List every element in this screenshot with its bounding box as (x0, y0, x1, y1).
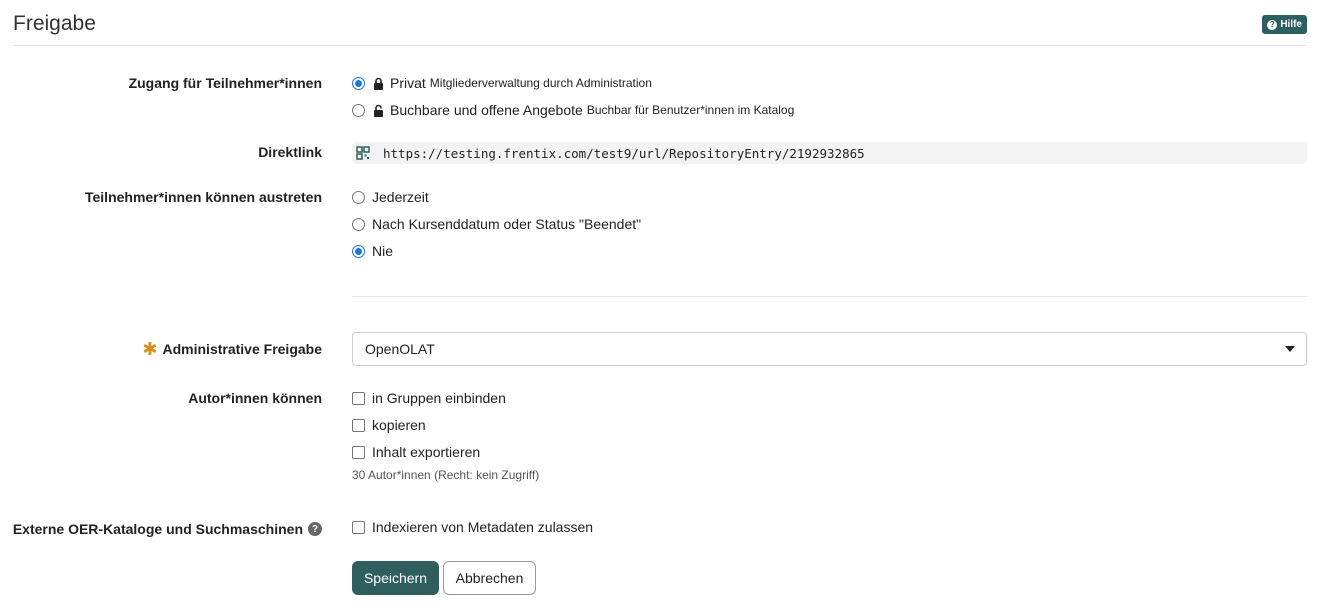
authors-option-copy[interactable]: kopieren (352, 417, 426, 433)
save-button[interactable]: Speichern (352, 561, 439, 595)
access-option-bookable-hint: Buchbar für Benutzer*innen im Katalog (586, 103, 795, 117)
admin-release-label: ✱ Administrative Freigabe (142, 339, 322, 359)
leave-radio-after-end[interactable] (352, 217, 365, 231)
authors-option-groups[interactable]: in Gruppen einbinden (352, 390, 506, 406)
help-icon: ? (1267, 19, 1278, 30)
access-option-bookable[interactable]: Buchbare und offene Angebote Buchbar für… (352, 102, 794, 118)
access-radio-private[interactable] (352, 76, 365, 90)
access-label: Zugang für Teilnehmer*innen (128, 75, 322, 91)
access-option-bookable-label: Buchbare und offene Angebote (390, 102, 583, 118)
directlink-box[interactable]: https://testing.frentix.com/test9/url/Re… (352, 142, 1307, 164)
unlock-icon (374, 104, 383, 117)
lock-icon (374, 77, 383, 90)
authors-option-copy-label: kopieren (372, 417, 426, 433)
authors-label: Autor*innen können (188, 390, 322, 406)
authors-checkbox-export[interactable] (352, 445, 365, 459)
access-option-private-hint: Mitgliederverwaltung durch Administratio… (429, 76, 652, 90)
oer-label: Externe OER-Kataloge und Suchmaschinen ? (13, 521, 322, 537)
page-title: Freigabe (13, 12, 96, 35)
directlink-url[interactable]: https://testing.frentix.com/test9/url/Re… (383, 146, 865, 161)
authors-note: 30 Autor*innen (Recht: kein Zugriff) (352, 468, 540, 482)
leave-radio-never[interactable] (352, 244, 365, 258)
directlink-label: Direktlink (258, 144, 322, 160)
cancel-button[interactable]: Abbrechen (443, 561, 536, 595)
leave-option-after-end[interactable]: Nach Kursenddatum oder Status "Beendet" (352, 216, 641, 232)
access-option-private-label: Privat (390, 75, 426, 91)
leave-label: Teilnehmer*innen können austreten (84, 189, 322, 205)
help-label: Hilfe (1280, 19, 1302, 30)
authors-checkbox-copy[interactable] (352, 418, 365, 432)
leave-option-never[interactable]: Nie (352, 243, 393, 259)
leave-option-anytime-label: Jederzeit (372, 189, 429, 205)
authors-option-export-label: Inhalt exportieren (372, 444, 481, 460)
authors-option-groups-label: in Gruppen einbinden (372, 390, 506, 406)
leave-option-anytime[interactable]: Jederzeit (352, 189, 429, 205)
caret-down-icon (1285, 346, 1295, 352)
leave-option-never-label: Nie (372, 243, 394, 259)
oer-option-index-label: Indexieren von Metadaten zulassen (372, 519, 594, 535)
admin-release-select[interactable]: OpenOLAT (352, 332, 1307, 366)
page-header: Freigabe ? Hilfe (13, 0, 1307, 46)
required-icon: ✱ (142, 339, 158, 359)
leave-option-after-end-label: Nach Kursenddatum oder Status "Beendet" (372, 216, 642, 232)
help-button[interactable]: ? Hilfe (1262, 15, 1307, 34)
access-option-private[interactable]: Privat Mitgliederverwaltung durch Admini… (352, 75, 652, 91)
access-radio-bookable[interactable] (352, 103, 365, 117)
info-icon[interactable]: ? (308, 522, 322, 536)
admin-release-selected: OpenOLAT (365, 341, 435, 357)
authors-option-export[interactable]: Inhalt exportieren (352, 444, 480, 460)
oer-option-index[interactable]: Indexieren von Metadaten zulassen (352, 519, 593, 535)
section-divider (352, 296, 1307, 297)
leave-radio-anytime[interactable] (352, 190, 365, 204)
authors-checkbox-groups[interactable] (352, 391, 365, 405)
oer-checkbox-index[interactable] (352, 520, 365, 534)
qr-code-icon[interactable] (356, 146, 370, 160)
